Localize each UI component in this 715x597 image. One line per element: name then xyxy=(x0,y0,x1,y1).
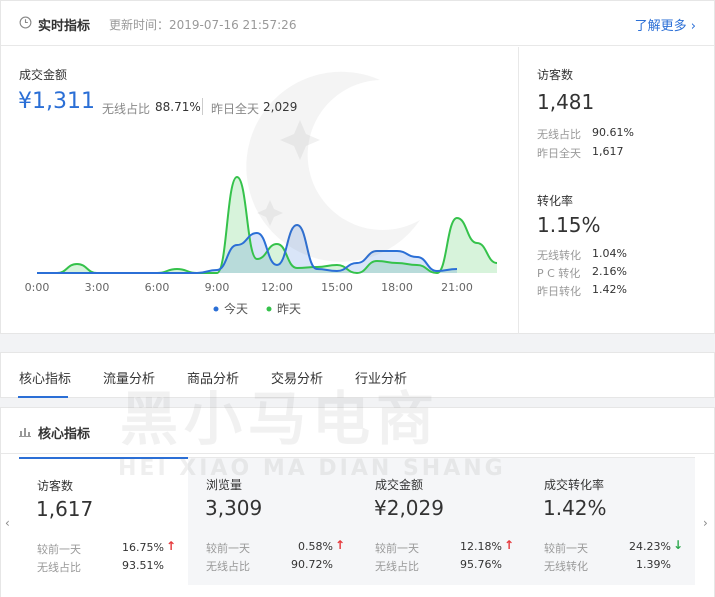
legend-marker xyxy=(266,306,272,312)
core-metrics-panel: 核心指标 ‹ 访客数 1,617 较前一天 16.75% ↑ 无线占比 93.5… xyxy=(0,407,715,597)
card-compare-value: 12.18% xyxy=(460,540,502,553)
visitors-wireless-value: 90.61% xyxy=(592,126,634,139)
gmv-wireless-label: 无线占比 xyxy=(102,102,151,116)
x-tick-label: 3:00 xyxy=(85,281,110,294)
card-compare-label: 较前一天 xyxy=(375,542,419,555)
card-sub-value: 1.39% xyxy=(636,558,671,571)
card-compare-label: 较前一天 xyxy=(206,542,250,555)
divider xyxy=(518,47,519,334)
gmv-wireless-value: 88.71% xyxy=(155,100,201,114)
card-sub-value: 93.51% xyxy=(122,559,164,572)
tab-product-analysis[interactable]: 商品分析 xyxy=(187,368,239,387)
conversion-wireless-value: 1.04% xyxy=(592,247,627,260)
x-tick-label: 15:00 xyxy=(321,281,353,294)
core-metrics-header: 核心指标 xyxy=(1,408,714,454)
prev-arrow-icon[interactable]: ‹ xyxy=(5,516,10,530)
x-tick-label: 12:00 xyxy=(261,281,293,294)
card-compare-value: 0.58% xyxy=(298,540,333,553)
metric-card-conversion-rate[interactable]: 成交转化率 1.42% 较前一天 24.23% ↓ 无线转化 1.39% xyxy=(526,457,695,585)
tab-traffic-analysis[interactable]: 流量分析 xyxy=(103,368,155,387)
card-value: 3,309 xyxy=(205,496,263,520)
card-sub-label: 无线占比 xyxy=(37,561,81,574)
visitors-value: 1,481 xyxy=(537,90,595,114)
trend-up-icon: ↑ xyxy=(503,538,514,552)
card-sub-value: 90.72% xyxy=(291,558,333,571)
gmv-label: 成交金额 xyxy=(19,68,68,82)
trend-up-icon: ↑ xyxy=(334,538,345,552)
update-time: 更新时间：2019-07-16 21:57:26 xyxy=(109,18,297,32)
visitors-wireless-label: 无线占比 xyxy=(537,128,581,141)
card-compare-value: 16.75% xyxy=(122,541,164,554)
realtime-title: 实时指标 xyxy=(38,19,91,34)
x-tick-label: 21:00 xyxy=(441,281,473,294)
conversion-wireless-label: 无线转化 xyxy=(537,249,581,262)
card-value: ¥2,029 xyxy=(374,496,444,520)
card-compare-label: 较前一天 xyxy=(544,542,588,555)
visitors-yesterday-label: 昨日全天 xyxy=(537,147,581,160)
card-sub-label: 无线转化 xyxy=(544,560,588,573)
trend-down-icon: ↓ xyxy=(672,538,683,552)
card-sub-value: 95.76% xyxy=(460,558,502,571)
realtime-chart: 0:00 3:00 6:00 9:00 12:00 15:00 18:00 21:00 今天 昨… xyxy=(25,175,498,316)
conversion-yesterday-value: 1.42% xyxy=(592,283,627,296)
next-arrow-icon[interactable]: › xyxy=(703,516,708,530)
card-value: 1,617 xyxy=(36,497,94,521)
metric-card-visitors[interactable]: 访客数 1,617 较前一天 16.75% ↑ 无线占比 93.51% xyxy=(19,457,188,585)
conversion-pc-value: 2.16% xyxy=(592,265,627,278)
visitors-yesterday-value: 1,617 xyxy=(592,145,624,158)
tab-core-metrics[interactable]: 核心指标 xyxy=(19,368,71,387)
metric-card-gmv[interactable]: 成交金额 ¥2,029 较前一天 12.18% ↑ 无线占比 95.76% xyxy=(357,457,526,585)
learn-more-link[interactable]: 了解更多 › xyxy=(635,15,696,34)
legend-label[interactable]: 昨天 xyxy=(277,302,301,316)
card-value: 1.42% xyxy=(543,496,607,520)
tab-industry-analysis[interactable]: 行业分析 xyxy=(355,368,407,387)
active-tab-indicator xyxy=(18,396,68,398)
trend-up-icon: ↑ xyxy=(165,539,176,553)
legend-marker xyxy=(213,306,219,312)
card-label: 浏览量 xyxy=(206,478,243,492)
conversion-label: 转化率 xyxy=(537,194,574,208)
x-tick-label: 9:00 xyxy=(205,281,230,294)
visitors-label: 访客数 xyxy=(537,68,574,82)
x-tick-label: 18:00 xyxy=(381,281,413,294)
clock-icon xyxy=(19,16,32,29)
metric-card-pageviews[interactable]: 浏览量 3,309 较前一天 0.58% ↑ 无线占比 90.72% xyxy=(188,457,357,585)
card-label: 成交金额 xyxy=(375,478,424,492)
x-tick-label: 6:00 xyxy=(145,281,170,294)
card-label: 成交转化率 xyxy=(544,478,605,492)
card-sub-label: 无线占比 xyxy=(375,560,419,573)
gmv-value: ¥1,311 xyxy=(18,89,95,114)
gmv-yesterday-value: 2,029 xyxy=(263,100,298,114)
x-tick-label: 0:00 xyxy=(25,281,50,294)
gmv-yesterday-label: 昨日全天 xyxy=(211,102,260,116)
realtime-panel: 实时指标 更新时间：2019-07-16 21:57:26 了解更多 › 成交金… xyxy=(0,0,715,334)
tab-bar: 核心指标 流量分析 商品分析 交易分析 行业分析 xyxy=(0,352,715,398)
card-sub-label: 无线占比 xyxy=(206,560,250,573)
card-compare-label: 较前一天 xyxy=(37,543,81,556)
core-metrics-title: 核心指标 xyxy=(38,427,91,442)
conversion-yesterday-label: 昨日转化 xyxy=(537,285,581,298)
card-label: 访客数 xyxy=(37,479,74,493)
legend-label[interactable]: 今天 xyxy=(224,301,248,316)
realtime-header: 实时指标 更新时间：2019-07-16 21:57:26 了解更多 › xyxy=(1,1,714,46)
tab-trade-analysis[interactable]: 交易分析 xyxy=(271,368,323,387)
bar-chart-icon xyxy=(19,428,31,437)
divider xyxy=(202,98,203,115)
conversion-pc-label: P C 转化 xyxy=(537,267,581,280)
card-compare-value: 24.23% xyxy=(629,540,671,553)
conversion-value: 1.15% xyxy=(537,213,601,237)
